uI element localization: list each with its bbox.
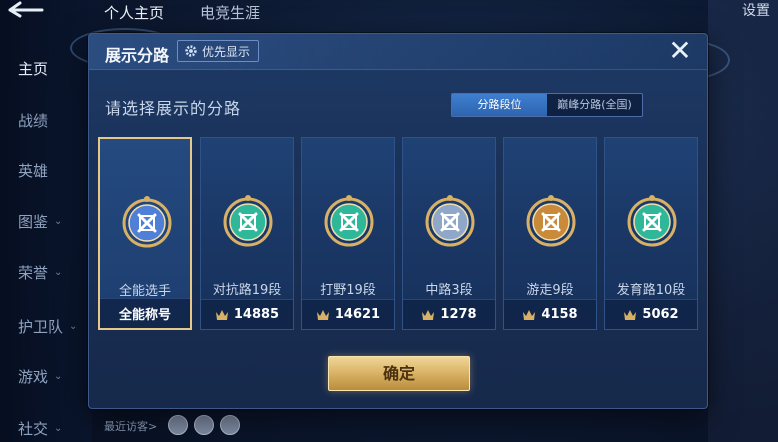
crown-icon xyxy=(624,309,637,320)
sidebar-item[interactable]: 游戏 ⌄ xyxy=(18,366,62,387)
sidebar-item-label: 英雄 xyxy=(18,162,49,180)
sidebar-item-label: 护卫队 xyxy=(18,318,64,336)
tab-home[interactable]: 个人主页 xyxy=(104,2,164,23)
sidebar-item[interactable]: 主页 xyxy=(18,58,48,79)
lane-card-footer: 全能称号 xyxy=(100,298,190,328)
lane-display-dialog: 展示分路 优先显示 ✕ 请选择展示的分路 分路段位 巅峰分路(全国) 全能选手全… xyxy=(88,33,708,409)
lane-card-footer-text: 全能称号 xyxy=(118,308,171,323)
priority-display-label: 优先显示 xyxy=(202,44,251,59)
close-icon[interactable]: ✕ xyxy=(665,37,695,66)
mid-lane-emblem-icon xyxy=(425,195,475,247)
sidebar-item[interactable]: 图鉴 ⌄ xyxy=(18,211,62,232)
sidebar-item-label: 图鉴 xyxy=(18,213,49,231)
lane-score: 5062 xyxy=(642,307,679,322)
lane-card[interactable]: 打野19段 14621 xyxy=(301,137,395,330)
avatar[interactable] xyxy=(194,415,214,435)
lane-card-name: 中路3段 xyxy=(425,283,473,298)
sidebar-item-label: 社交 xyxy=(18,420,49,438)
ranking-type-toggle: 分路段位 巅峰分路(全国) xyxy=(451,93,643,117)
lane-card-footer: 14885 xyxy=(201,299,293,329)
crown-icon xyxy=(215,309,228,320)
lane-card[interactable]: 游走9段 4158 xyxy=(503,137,597,330)
sidebar-item-label: 主页 xyxy=(18,60,49,78)
lane-card-footer: 1278 xyxy=(403,299,495,329)
lane-card-name: 打野19段 xyxy=(320,283,376,298)
lane-card[interactable]: 发育路10段 5062 xyxy=(604,137,698,330)
sidebar-item-label: 战绩 xyxy=(18,112,49,130)
dialog-title: 展示分路 xyxy=(105,46,170,65)
toggle-option-peak-lane[interactable]: 巅峰分路(全国) xyxy=(547,94,642,116)
gear-icon xyxy=(185,45,197,57)
lane-score: 1278 xyxy=(440,307,477,322)
avatar[interactable] xyxy=(168,415,188,435)
lane-card-footer: 14621 xyxy=(302,299,394,329)
toggle-option-lane-rank[interactable]: 分路段位 xyxy=(452,94,547,116)
tab-career[interactable]: 电竞生涯 xyxy=(200,2,260,23)
lane-card-name: 游走9段 xyxy=(526,283,574,298)
lane-card[interactable]: 中路3段 1278 xyxy=(402,137,496,330)
dialog-subtitle: 请选择展示的分路 xyxy=(105,99,242,118)
crown-icon xyxy=(422,309,435,320)
lane-score: 4158 xyxy=(541,307,578,322)
all-round-emblem-icon xyxy=(122,196,172,248)
sidebar-item-label: 荣誉 xyxy=(18,264,49,282)
sidebar-item[interactable]: 社交 ⌄ xyxy=(18,418,62,439)
chevron-down-icon: ⌄ xyxy=(54,267,63,278)
lane-card[interactable]: 全能选手 全能称号 xyxy=(98,137,192,330)
avatar[interactable] xyxy=(220,415,240,435)
sidebar-item[interactable]: 荣誉 ⌄ xyxy=(18,262,62,283)
clash-lane-emblem-icon xyxy=(223,195,273,247)
lane-card-footer: 4158 xyxy=(504,299,596,329)
lane-score: 14885 xyxy=(233,307,280,322)
recent-visitors-link[interactable]: 最近访客> xyxy=(104,418,157,434)
priority-display-button[interactable]: 优先显示 xyxy=(177,40,260,62)
sidebar-item[interactable]: 战绩 xyxy=(18,110,48,131)
roam-emblem-icon xyxy=(526,195,576,247)
top-nav: 个人主页 电竞生涯 xyxy=(104,2,260,23)
back-arrow-icon[interactable] xyxy=(6,0,52,20)
confirm-button[interactable]: 确定 xyxy=(328,356,470,391)
jungle-emblem-icon xyxy=(324,195,374,247)
crown-icon xyxy=(316,309,329,320)
farm-lane-emblem-icon xyxy=(627,195,677,247)
sidebar-item[interactable]: 护卫队 ⌄ xyxy=(18,316,77,337)
lane-card-name: 对抗路19段 xyxy=(212,283,282,298)
lane-score: 14621 xyxy=(334,307,381,322)
lane-card[interactable]: 对抗路19段 14885 xyxy=(200,137,294,330)
chevron-down-icon: ⌄ xyxy=(69,321,78,332)
chevron-down-icon: ⌄ xyxy=(54,216,63,227)
settings-button[interactable]: 设置 xyxy=(742,0,770,20)
lane-card-footer: 5062 xyxy=(605,299,697,329)
crown-icon xyxy=(523,309,536,320)
lane-card-name: 发育路10段 xyxy=(616,283,686,298)
lane-card-name: 全能选手 xyxy=(118,284,171,299)
sidebar-item[interactable]: 英雄 xyxy=(18,160,48,181)
chevron-down-icon: ⌄ xyxy=(54,371,63,382)
sidebar-item-label: 游戏 xyxy=(18,368,49,386)
chevron-down-icon: ⌄ xyxy=(54,423,63,434)
